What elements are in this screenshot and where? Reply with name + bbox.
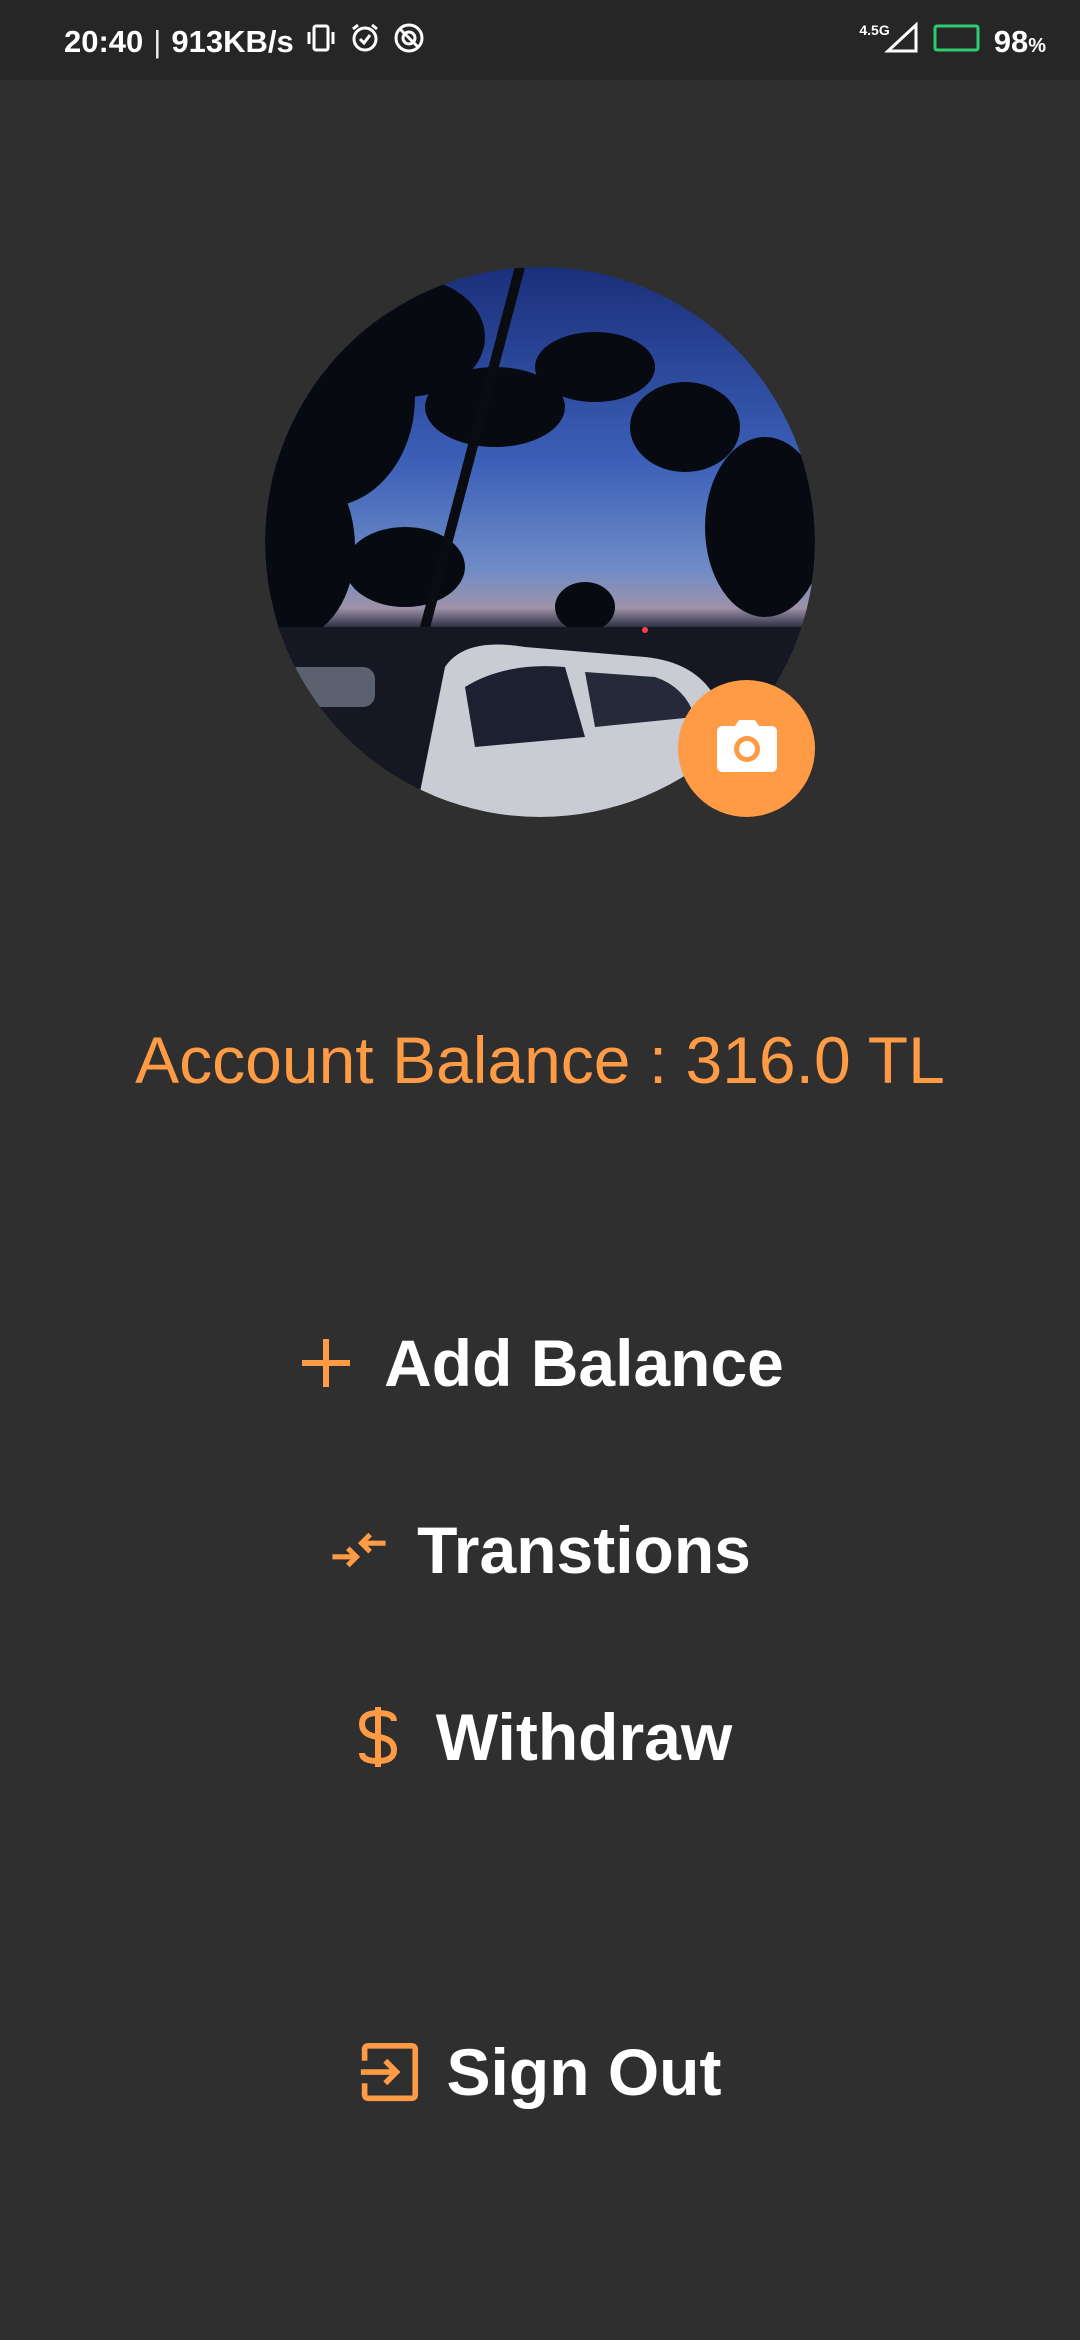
change-photo-button[interactable] xyxy=(678,680,815,817)
swap-arrows-icon xyxy=(329,1520,389,1580)
network-speed: 913KB/s xyxy=(171,24,294,59)
network-type: 4.5G xyxy=(859,22,890,38)
battery-percent: 98% xyxy=(994,24,1046,60)
data-saver-icon xyxy=(392,21,426,63)
add-balance-button[interactable]: Add Balance xyxy=(0,1313,1080,1413)
add-balance-label: Add Balance xyxy=(384,1326,784,1400)
withdraw-button[interactable]: Withdraw xyxy=(0,1687,1080,1787)
status-time: 20:40 xyxy=(64,24,144,59)
status-right: 4.5G 98% xyxy=(859,21,1046,63)
exit-icon xyxy=(359,2042,419,2102)
account-balance: Account Balance : 316.0 TL xyxy=(135,1023,945,1097)
battery-icon xyxy=(932,21,982,63)
transactions-label: Transtions xyxy=(417,1513,751,1587)
profile-screen: 20:40 | 913KB/s 4.5G 98% Account Balance… xyxy=(0,0,1080,2340)
status-separator: | xyxy=(153,24,162,59)
sign-out-label: Sign Out xyxy=(446,2035,722,2109)
sign-out-button[interactable]: Sign Out xyxy=(0,2022,1080,2122)
alarm-icon xyxy=(348,21,382,63)
status-left: 20:40 | 913KB/s xyxy=(64,22,426,62)
dollar-icon xyxy=(348,1707,408,1767)
transactions-button[interactable]: Transtions xyxy=(0,1500,1080,1600)
vibrate-icon xyxy=(304,21,338,63)
status-bar: 20:40 | 913KB/s 4.5G 98% xyxy=(0,0,1080,80)
battery-value: 98 xyxy=(993,24,1029,59)
camera-icon xyxy=(716,720,777,777)
battery-unit: % xyxy=(1028,35,1046,57)
plus-icon xyxy=(296,1333,356,1393)
withdraw-label: Withdraw xyxy=(435,1700,733,1774)
